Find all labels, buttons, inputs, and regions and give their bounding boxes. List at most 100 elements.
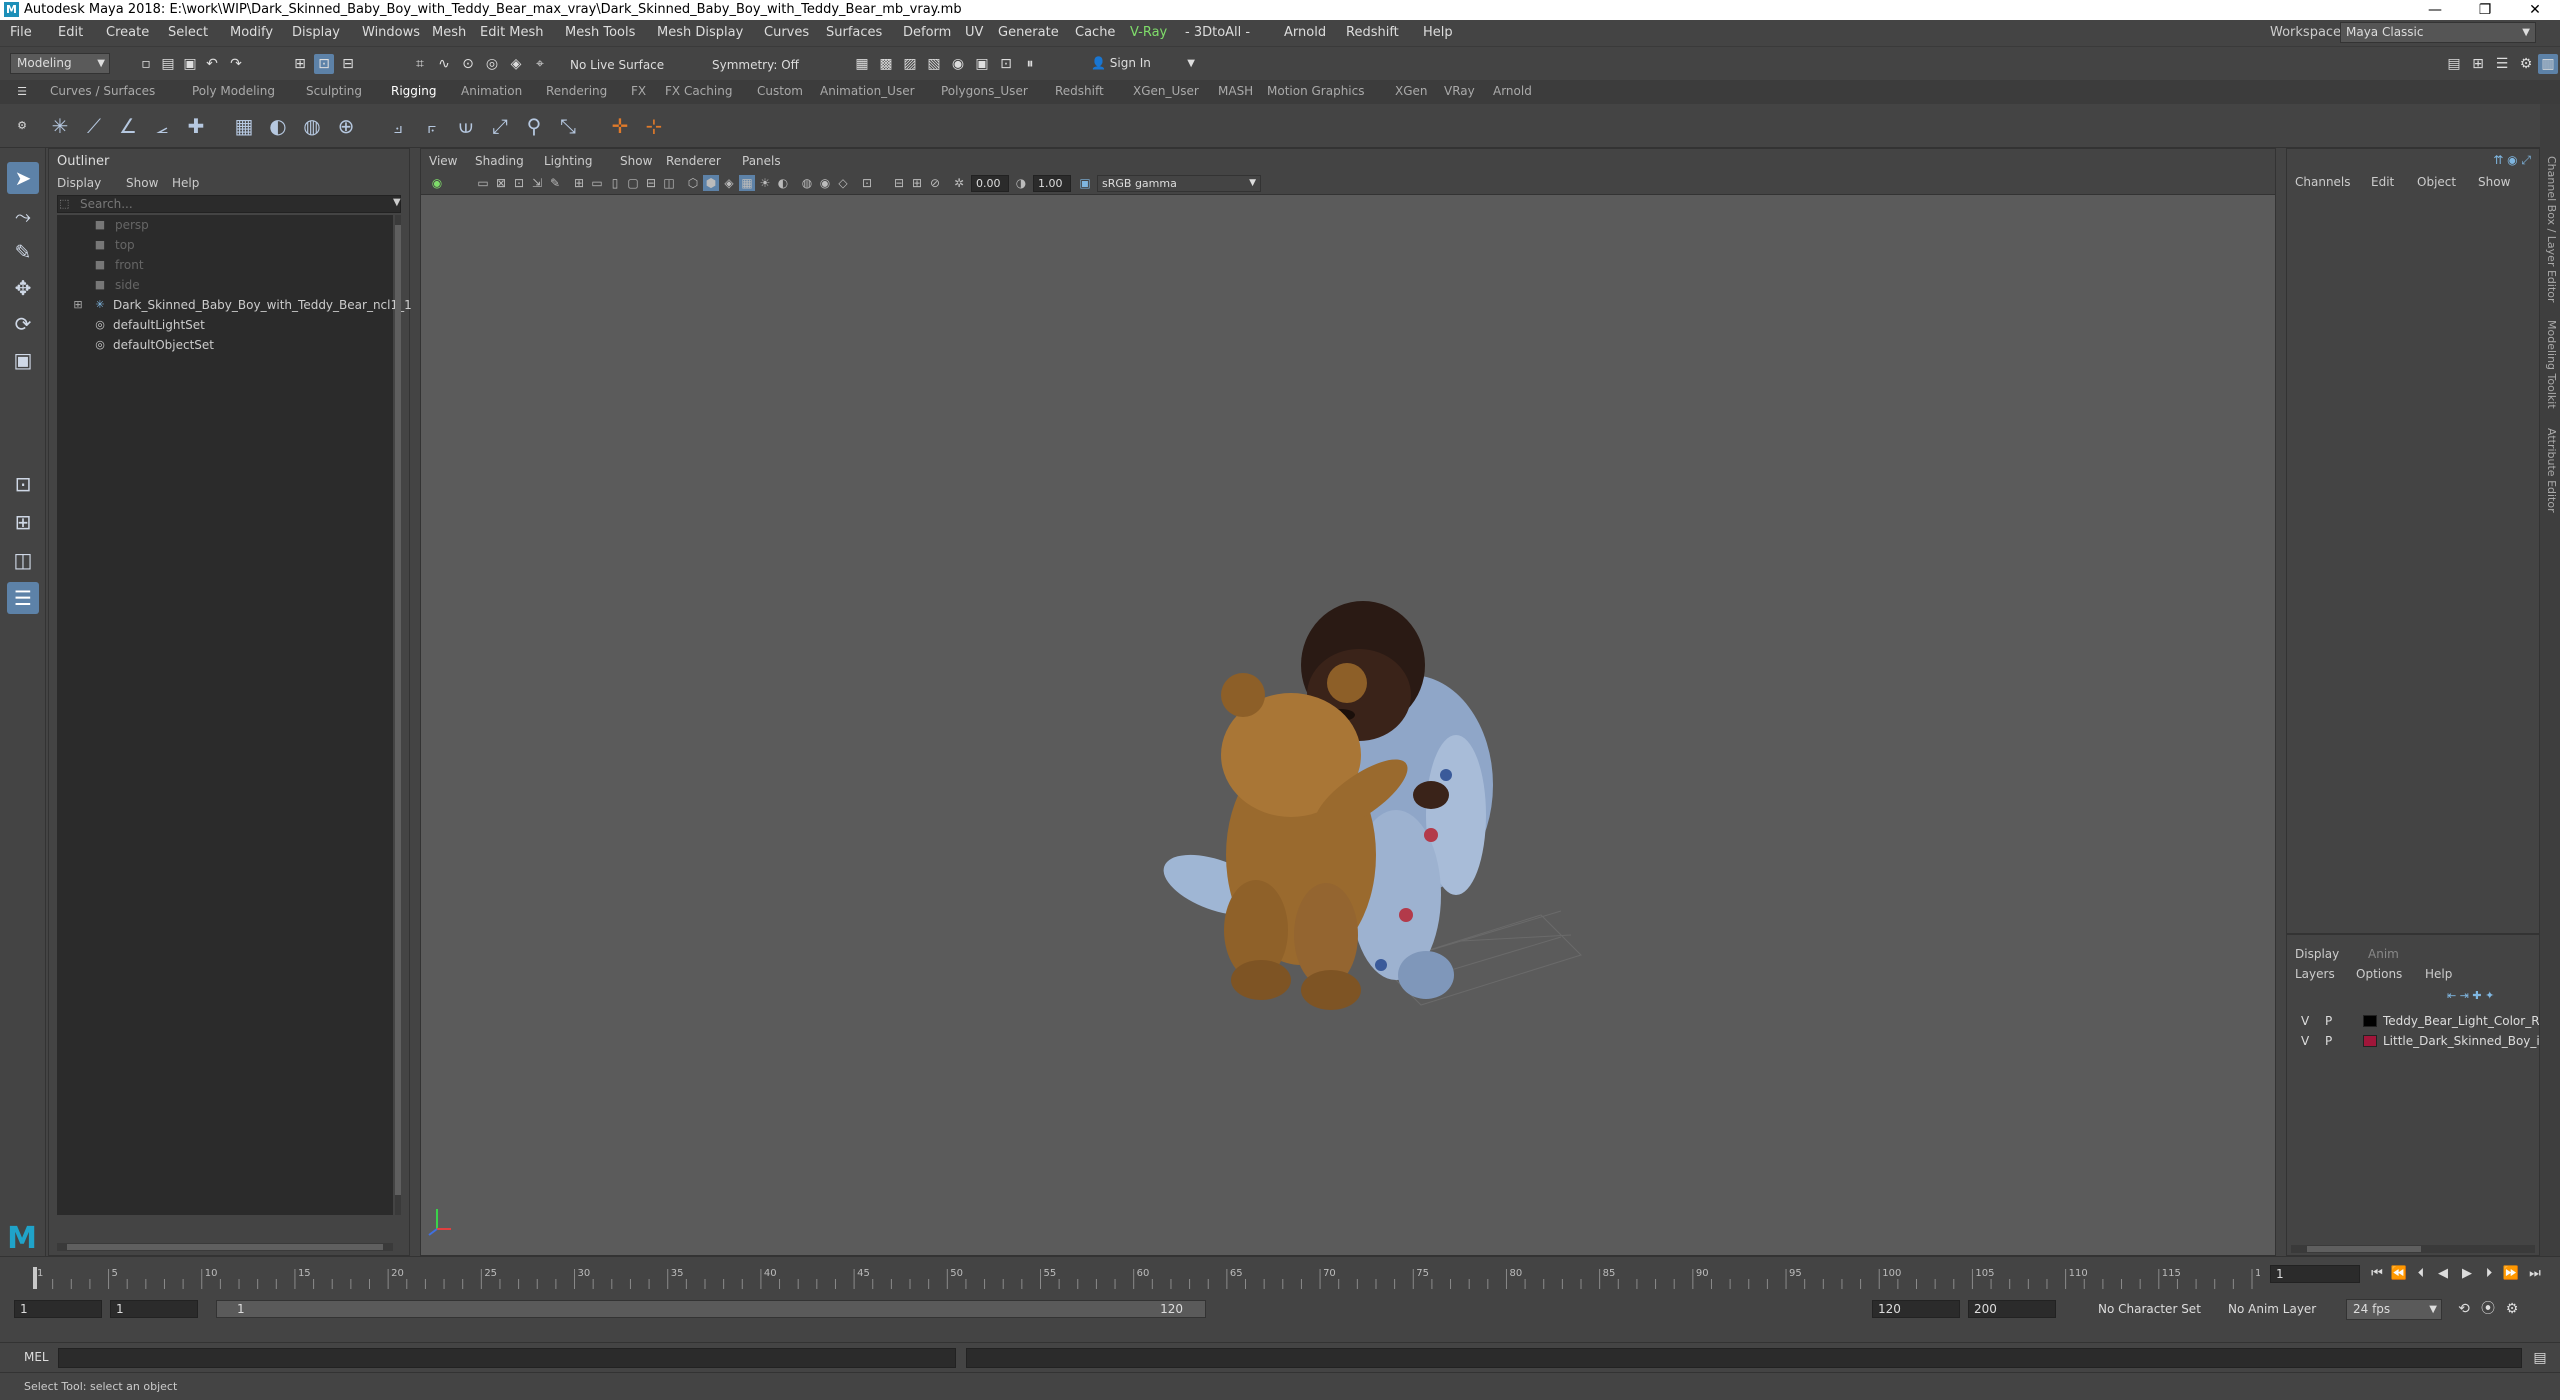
range-bar[interactable]: 1 120 <box>216 1300 1206 1318</box>
motion-blur-icon[interactable]: ⊞ <box>909 175 925 191</box>
channel-box-menu-channels[interactable]: Channels <box>2295 175 2351 189</box>
shelf-tab-rendering[interactable]: Rendering <box>546 84 607 98</box>
outliner-item[interactable]: ◎ defaultObjectSet <box>57 335 393 355</box>
render-target-icon[interactable]: ⊡ <box>996 54 1016 74</box>
shelf-tab-sculpting[interactable]: Sculpting <box>306 84 362 98</box>
channel-box-menu-edit[interactable]: Edit <box>2371 175 2394 189</box>
viewport-menu-lighting[interactable]: Lighting <box>544 154 593 168</box>
menu-display[interactable]: Display <box>292 25 340 40</box>
color-management-icon[interactable]: ▣ <box>1077 175 1093 191</box>
menu-uv[interactable]: UV <box>965 25 983 40</box>
menu-cache[interactable]: Cache <box>1075 25 1115 40</box>
vray-render-icon[interactable]: ▣ <box>972 54 992 74</box>
go-to-end-icon[interactable]: ⏭ <box>2526 1265 2544 1283</box>
viewport-menu-shading[interactable]: Shading <box>475 154 524 168</box>
shelf-options-icon[interactable]: ⚙ <box>12 116 32 136</box>
textured-icon[interactable]: ▦ <box>739 175 755 191</box>
live-surface-label[interactable]: No Live Surface <box>570 58 664 72</box>
orient-joint-icon[interactable]: ⦟ <box>146 110 178 142</box>
bookmarks-icon[interactable]: ⊠ <box>493 175 509 191</box>
time-slider[interactable]: 1 5 10 15 20 25 30 35 40 45 50 55 60 65 70 75 80 85 90 95 10… <box>0 1256 2560 1292</box>
use-all-lights-icon[interactable]: ☀ <box>757 175 773 191</box>
character-set-select[interactable]: No Character Set <box>2098 1302 2201 1316</box>
menu-file[interactable]: File <box>10 25 32 40</box>
render-settings-icon[interactable]: ▧ <box>924 54 944 74</box>
chevron-down-icon[interactable]: ▼ <box>393 197 401 208</box>
attribute-editor-tab[interactable]: Attribute Editor <box>2542 428 2558 513</box>
cluster-icon[interactable]: ◐ <box>262 110 294 142</box>
layer-tab-anim[interactable]: Anim <box>2368 947 2399 961</box>
layer-buttons-icons[interactable]: ⇤ ⇥ ✚ ✦ <box>2447 989 2494 1002</box>
layer-playback-toggle[interactable]: P <box>2325 1011 2332 1031</box>
shelf-tab-animation[interactable]: Animation <box>461 84 522 98</box>
shelf-tab-xgen-user[interactable]: XGen_User <box>1133 84 1199 98</box>
create-joint-icon[interactable]: ✳ <box>44 110 76 142</box>
detach-skin-icon[interactable]: ⤢ <box>484 110 516 142</box>
layer-hscroll[interactable] <box>2291 1245 2535 1253</box>
step-forward-frame-icon[interactable]: ⏵ <box>2480 1265 2498 1283</box>
playback-start-field[interactable]: 1 <box>110 1300 198 1318</box>
snap-surface-icon[interactable]: ◈ <box>506 54 526 74</box>
lattice-icon[interactable]: ▦ <box>228 110 260 142</box>
outliner-menu-show[interactable]: Show <box>126 176 158 190</box>
command-input[interactable] <box>58 1348 956 1368</box>
smooth-bind-icon[interactable]: ⟔ <box>416 110 448 142</box>
ik-spline-icon[interactable]: ∠ <box>112 110 144 142</box>
shelf-tab-polygons-user[interactable]: Polygons_User <box>941 84 1028 98</box>
modeling-toolkit-tab[interactable]: Modeling Toolkit <box>2542 320 2558 409</box>
safe-action-icon[interactable]: ◫ <box>661 175 677 191</box>
shelf-tab-xgen[interactable]: XGen <box>1395 84 1428 98</box>
shelf-tab-mash[interactable]: MASH <box>1218 84 1253 98</box>
animation-prefs-icon[interactable]: ⚙ <box>2502 1299 2522 1319</box>
loop-icon[interactable]: ⟲ <box>2454 1299 2474 1319</box>
screen-space-ao-icon[interactable]: ⊟ <box>891 175 907 191</box>
shelf-tab-animation-user[interactable]: Animation_User <box>820 84 915 98</box>
symmetry-label[interactable]: Symmetry: Off <box>712 58 799 72</box>
auto-key-icon[interactable]: ⦿ <box>2478 1299 2498 1319</box>
layer-color-swatch[interactable] <box>2363 1015 2377 1027</box>
playback-end-field[interactable]: 120 <box>1872 1300 1960 1318</box>
expand-icon[interactable]: ⊞ <box>71 298 85 312</box>
play-forwards-icon[interactable]: ▶ <box>2458 1265 2476 1283</box>
film-gate-icon[interactable]: ▭ <box>589 175 605 191</box>
shelf-tab-rigging[interactable]: Rigging <box>391 84 436 98</box>
menu-help[interactable]: Help <box>1423 25 1453 40</box>
layer-menu-help[interactable]: Help <box>2425 967 2452 981</box>
isolate-select-icon[interactable]: ⊡ <box>859 175 875 191</box>
viewport-canvas[interactable]: persp <box>421 195 2275 1302</box>
resolution-gate-icon[interactable]: ▯ <box>607 175 623 191</box>
menu-edit[interactable]: Edit <box>58 25 83 40</box>
open-scene-icon[interactable]: ▤ <box>158 54 178 74</box>
select-object-icon[interactable]: ⊡ <box>314 54 334 74</box>
2d-pan-zoom-icon[interactable]: ⇲ <box>529 175 545 191</box>
grid-icon[interactable]: ⊞ <box>571 175 587 191</box>
move-tool-icon[interactable]: ✥ <box>7 272 39 304</box>
layer-color-swatch[interactable] <box>2363 1035 2377 1047</box>
four-view-icon[interactable]: ⊞ <box>7 506 39 538</box>
shelf-tab-redshift[interactable]: Redshift <box>1055 84 1104 98</box>
mode-select[interactable]: Modeling ▼ <box>10 53 110 74</box>
outliner-layout-icon[interactable]: ☰ <box>7 582 39 614</box>
step-back-key-icon[interactable]: ⏪ <box>2390 1265 2408 1283</box>
color-space-select[interactable]: sRGB gamma ▼ <box>1097 175 1261 192</box>
minimize-button[interactable]: — <box>2410 0 2460 20</box>
nonlinear-icon[interactable]: ◍ <box>296 110 328 142</box>
play-backwards-icon[interactable]: ◀ <box>2434 1265 2452 1283</box>
menu-select[interactable]: Select <box>168 25 208 40</box>
viewport-menu-view[interactable]: View <box>429 154 457 168</box>
hypershade-icon[interactable]: ◉ <box>948 54 968 74</box>
layer-visibility-toggle[interactable]: V <box>2301 1011 2309 1031</box>
restore-button[interactable]: ❐ <box>2460 0 2510 20</box>
shelf-tab-arnold[interactable]: Arnold <box>1493 84 1532 98</box>
script-editor-icon[interactable]: ▤ <box>2530 1348 2550 1368</box>
animation-end-field[interactable]: 200 <box>1968 1300 2056 1318</box>
grease-pencil-icon[interactable]: ✎ <box>547 175 563 191</box>
menu-mesh-display[interactable]: Mesh Display <box>657 25 743 40</box>
go-to-start-icon[interactable]: ⏮ <box>2368 1265 2386 1283</box>
outliner-item[interactable]: ■ side <box>57 275 393 295</box>
shelf-tab-motion-graphics[interactable]: Motion Graphics <box>1267 84 1365 98</box>
layer-tab-display[interactable]: Display <box>2295 947 2339 961</box>
outliner-item[interactable]: ◎ defaultLightSet <box>57 315 393 335</box>
outliner-item[interactable]: ■ front <box>57 255 393 275</box>
paint-weights-icon[interactable]: ⟒ <box>450 110 482 142</box>
